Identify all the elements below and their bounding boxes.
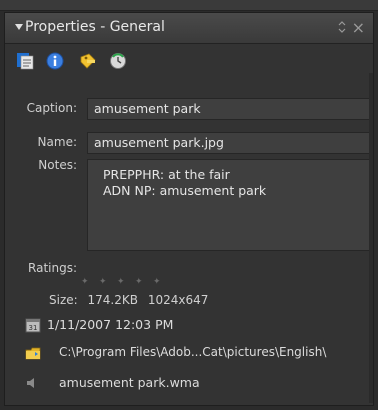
resize-icon[interactable] [337, 20, 347, 34]
notes-field[interactable]: PREPPHR: at the fair ADN NP: amusement p… [87, 159, 371, 251]
notes-line: PREPPHR: at the fair [103, 167, 230, 182]
caption-field[interactable]: amusement park [87, 98, 371, 120]
panel-title: Properties - General [25, 19, 165, 35]
size-label: Size: [49, 293, 78, 307]
star-icon[interactable]: ✦ [135, 278, 143, 287]
notes-line: ADN NP: amusement park [103, 183, 267, 198]
star-icon[interactable]: ✦ [117, 278, 125, 287]
audio-file[interactable]: amusement park.wma [59, 375, 200, 390]
date-created: 1/11/2007 12:03 PM [47, 317, 174, 332]
collapse-arrow-icon[interactable] [15, 24, 23, 30]
notes-label: Notes: [38, 158, 77, 172]
star-icon[interactable]: ✦ [153, 278, 161, 287]
folder-icon[interactable] [25, 345, 41, 361]
history-icon[interactable] [108, 51, 128, 71]
caption-label: Caption: [26, 101, 77, 115]
calendar-icon: 31 [25, 318, 41, 333]
ratings-label: Ratings: [28, 261, 77, 275]
rating-stars[interactable]: ✦ ✦ ✦ ✦ ✦ [81, 269, 171, 287]
panel-header[interactable]: Properties - General × [5, 13, 373, 44]
name-field[interactable]: amusement park.jpg [87, 132, 371, 154]
keywords-icon[interactable] [78, 51, 98, 71]
speaker-icon[interactable] [25, 375, 41, 391]
size-row: Size: 174.2KB 1024x647 [49, 293, 208, 307]
top-strip [0, 0, 378, 11]
window-frame: Properties - General × Caption: amusemen… [0, 0, 378, 410]
close-icon[interactable]: × [352, 18, 365, 37]
image-dimensions: 1024x647 [147, 293, 209, 307]
properties-toolbar [5, 43, 373, 77]
file-path[interactable]: C:\Program Files\Adob...Cat\pictures\Eng… [59, 345, 326, 359]
star-icon[interactable]: ✦ [99, 278, 107, 287]
name-label: Name: [37, 135, 77, 149]
metadata-info-icon[interactable] [45, 51, 65, 71]
right-edge [369, 73, 373, 403]
star-icon[interactable]: ✦ [81, 278, 89, 287]
file-size: 174.2KB [87, 293, 138, 307]
general-icon[interactable] [15, 51, 35, 71]
properties-panel: Properties - General × Caption: amusemen… [4, 12, 374, 406]
svg-text:31: 31 [29, 324, 38, 332]
